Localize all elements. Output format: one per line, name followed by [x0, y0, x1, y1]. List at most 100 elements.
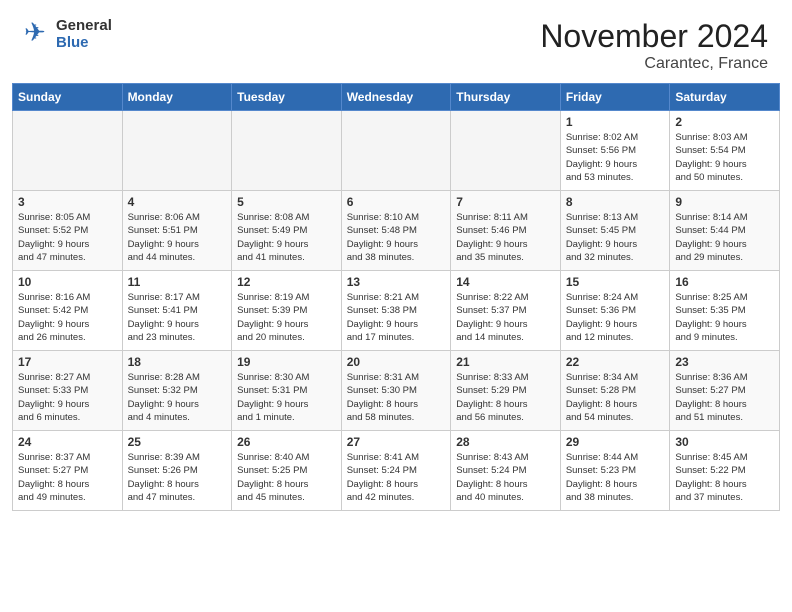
day-info: Sunrise: 8:36 AM Sunset: 5:27 PM Dayligh… — [675, 371, 774, 424]
calendar-cell: 17 Sunrise: 8:27 AM Sunset: 5:33 PM Dayli… — [13, 351, 123, 431]
calendar-cell: 12 Sunrise: 8:19 AM Sunset: 5:39 PM Dayli… — [232, 271, 342, 351]
calendar-cell: 26 Sunrise: 8:40 AM Sunset: 5:25 PM Dayli… — [232, 431, 342, 511]
svg-text:✈: ✈ — [24, 21, 46, 47]
weekday-header-thursday: Thursday — [451, 84, 561, 111]
calendar-cell: 9 Sunrise: 8:14 AM Sunset: 5:44 PM Daylig… — [670, 191, 780, 271]
calendar-week-1: 1 Sunrise: 8:02 AM Sunset: 5:56 PM Daylig… — [13, 111, 780, 191]
weekday-header-friday: Friday — [560, 84, 670, 111]
day-number: 20 — [347, 355, 446, 369]
calendar-cell: 21Sunrise: 8:33 AM Sunset: 5:29 PM Dayli… — [451, 351, 561, 431]
calendar-week-4: 17 Sunrise: 8:27 AM Sunset: 5:33 PM Dayli… — [13, 351, 780, 431]
day-info: Sunrise: 8:37 AM Sunset: 5:27 PM Dayligh… — [18, 451, 117, 504]
calendar-cell: 2 Sunrise: 8:03 AM Sunset: 5:54 PM Daylig… — [670, 111, 780, 191]
calendar-cell: 6Sunrise: 8:10 AM Sunset: 5:48 PM Daylig… — [341, 191, 451, 271]
day-number: 25 — [128, 435, 227, 449]
day-info: Sunrise: 8:27 AM Sunset: 5:33 PM Dayligh… — [18, 371, 117, 424]
calendar-cell: 5 Sunrise: 8:08 AM Sunset: 5:49 PM Daylig… — [232, 191, 342, 271]
month-title: November 2024 — [540, 18, 768, 55]
calendar-cell: 29 Sunrise: 8:44 AM Sunset: 5:23 PM Dayli… — [560, 431, 670, 511]
weekday-header-wednesday: Wednesday — [341, 84, 451, 111]
title-block: November 2024 Carantec, France — [540, 18, 768, 73]
day-number: 18 — [128, 355, 227, 369]
day-info: Sunrise: 8:03 AM Sunset: 5:54 PM Dayligh… — [675, 131, 774, 184]
day-number: 8 — [566, 195, 665, 209]
day-info: Sunrise: 8:31 AM Sunset: 5:30 PM Dayligh… — [347, 371, 446, 424]
day-info: Sunrise: 8:13 AM Sunset: 5:45 PM Dayligh… — [566, 211, 665, 264]
weekday-header-saturday: Saturday — [670, 84, 780, 111]
day-info: Sunrise: 8:08 AM Sunset: 5:49 PM Dayligh… — [237, 211, 336, 264]
calendar-cell: 18 Sunrise: 8:28 AM Sunset: 5:32 PM Dayli… — [122, 351, 232, 431]
day-info: Sunrise: 8:28 AM Sunset: 5:32 PM Dayligh… — [128, 371, 227, 424]
day-info: Sunrise: 8:33 AM Sunset: 5:29 PM Dayligh… — [456, 371, 555, 424]
day-number: 1 — [566, 115, 665, 129]
calendar-cell: 16 Sunrise: 8:25 AM Sunset: 5:35 PM Dayli… — [670, 271, 780, 351]
day-number: 12 — [237, 275, 336, 289]
logo-blue: Blue — [56, 35, 112, 52]
calendar-week-2: 3Sunrise: 8:05 AM Sunset: 5:52 PM Daylig… — [13, 191, 780, 271]
day-info: Sunrise: 8:21 AM Sunset: 5:38 PM Dayligh… — [347, 291, 446, 344]
calendar-body: 1 Sunrise: 8:02 AM Sunset: 5:56 PM Daylig… — [13, 111, 780, 511]
day-number: 10 — [18, 275, 117, 289]
logo-icon: ✈ — [24, 21, 52, 49]
day-number: 5 — [237, 195, 336, 209]
calendar-cell: 20 Sunrise: 8:31 AM Sunset: 5:30 PM Dayli… — [341, 351, 451, 431]
calendar-week-3: 10 Sunrise: 8:16 AM Sunset: 5:42 PM Dayli… — [13, 271, 780, 351]
day-number: 9 — [675, 195, 774, 209]
calendar-week-5: 24 Sunrise: 8:37 AM Sunset: 5:27 PM Dayli… — [13, 431, 780, 511]
day-number: 15 — [566, 275, 665, 289]
calendar-cell: 24 Sunrise: 8:37 AM Sunset: 5:27 PM Dayli… — [13, 431, 123, 511]
day-info: Sunrise: 8:02 AM Sunset: 5:56 PM Dayligh… — [566, 131, 665, 184]
day-info: Sunrise: 8:16 AM Sunset: 5:42 PM Dayligh… — [18, 291, 117, 344]
calendar-cell: 7Sunrise: 8:11 AM Sunset: 5:46 PM Daylig… — [451, 191, 561, 271]
calendar-cell — [451, 111, 561, 191]
calendar-cell — [232, 111, 342, 191]
day-info: Sunrise: 8:05 AM Sunset: 5:52 PM Dayligh… — [18, 211, 117, 264]
calendar-cell — [341, 111, 451, 191]
logo-text: General Blue — [56, 18, 112, 51]
weekday-header-sunday: Sunday — [13, 84, 123, 111]
calendar-cell: 19Sunrise: 8:30 AM Sunset: 5:31 PM Dayli… — [232, 351, 342, 431]
day-number: 2 — [675, 115, 774, 129]
calendar-cell: 1 Sunrise: 8:02 AM Sunset: 5:56 PM Daylig… — [560, 111, 670, 191]
day-number: 17 — [18, 355, 117, 369]
page-header: ✈ General Blue November 2024 Carantec, F… — [0, 0, 792, 83]
day-number: 26 — [237, 435, 336, 449]
calendar-cell: 15Sunrise: 8:24 AM Sunset: 5:36 PM Dayli… — [560, 271, 670, 351]
day-info: Sunrise: 8:30 AM Sunset: 5:31 PM Dayligh… — [237, 371, 336, 424]
day-number: 16 — [675, 275, 774, 289]
calendar-cell: 8 Sunrise: 8:13 AM Sunset: 5:45 PM Daylig… — [560, 191, 670, 271]
calendar-table: SundayMondayTuesdayWednesdayThursdayFrid… — [12, 83, 780, 511]
day-number: 29 — [566, 435, 665, 449]
day-number: 24 — [18, 435, 117, 449]
day-info: Sunrise: 8:14 AM Sunset: 5:44 PM Dayligh… — [675, 211, 774, 264]
calendar-cell: 4Sunrise: 8:06 AM Sunset: 5:51 PM Daylig… — [122, 191, 232, 271]
calendar-cell — [13, 111, 123, 191]
logo: ✈ General Blue — [24, 18, 112, 51]
day-info: Sunrise: 8:11 AM Sunset: 5:46 PM Dayligh… — [456, 211, 555, 264]
calendar-cell: 10 Sunrise: 8:16 AM Sunset: 5:42 PM Dayli… — [13, 271, 123, 351]
calendar-cell: 3Sunrise: 8:05 AM Sunset: 5:52 PM Daylig… — [13, 191, 123, 271]
calendar-cell: 11Sunrise: 8:17 AM Sunset: 5:41 PM Dayli… — [122, 271, 232, 351]
calendar-cell: 22 Sunrise: 8:34 AM Sunset: 5:28 PM Dayli… — [560, 351, 670, 431]
day-info: Sunrise: 8:25 AM Sunset: 5:35 PM Dayligh… — [675, 291, 774, 344]
day-number: 27 — [347, 435, 446, 449]
day-info: Sunrise: 8:40 AM Sunset: 5:25 PM Dayligh… — [237, 451, 336, 504]
calendar-cell: 28 Sunrise: 8:43 AM Sunset: 5:24 PM Dayli… — [451, 431, 561, 511]
day-info: Sunrise: 8:44 AM Sunset: 5:23 PM Dayligh… — [566, 451, 665, 504]
day-info: Sunrise: 8:45 AM Sunset: 5:22 PM Dayligh… — [675, 451, 774, 504]
weekday-header-tuesday: Tuesday — [232, 84, 342, 111]
day-info: Sunrise: 8:43 AM Sunset: 5:24 PM Dayligh… — [456, 451, 555, 504]
day-number: 14 — [456, 275, 555, 289]
calendar-cell: 30Sunrise: 8:45 AM Sunset: 5:22 PM Dayli… — [670, 431, 780, 511]
weekday-header-monday: Monday — [122, 84, 232, 111]
logo-general: General — [56, 18, 112, 35]
day-info: Sunrise: 8:39 AM Sunset: 5:26 PM Dayligh… — [128, 451, 227, 504]
day-number: 6 — [347, 195, 446, 209]
day-info: Sunrise: 8:19 AM Sunset: 5:39 PM Dayligh… — [237, 291, 336, 344]
day-info: Sunrise: 8:34 AM Sunset: 5:28 PM Dayligh… — [566, 371, 665, 424]
day-number: 28 — [456, 435, 555, 449]
day-number: 22 — [566, 355, 665, 369]
calendar-cell — [122, 111, 232, 191]
day-number: 4 — [128, 195, 227, 209]
calendar-header-row: SundayMondayTuesdayWednesdayThursdayFrid… — [13, 84, 780, 111]
